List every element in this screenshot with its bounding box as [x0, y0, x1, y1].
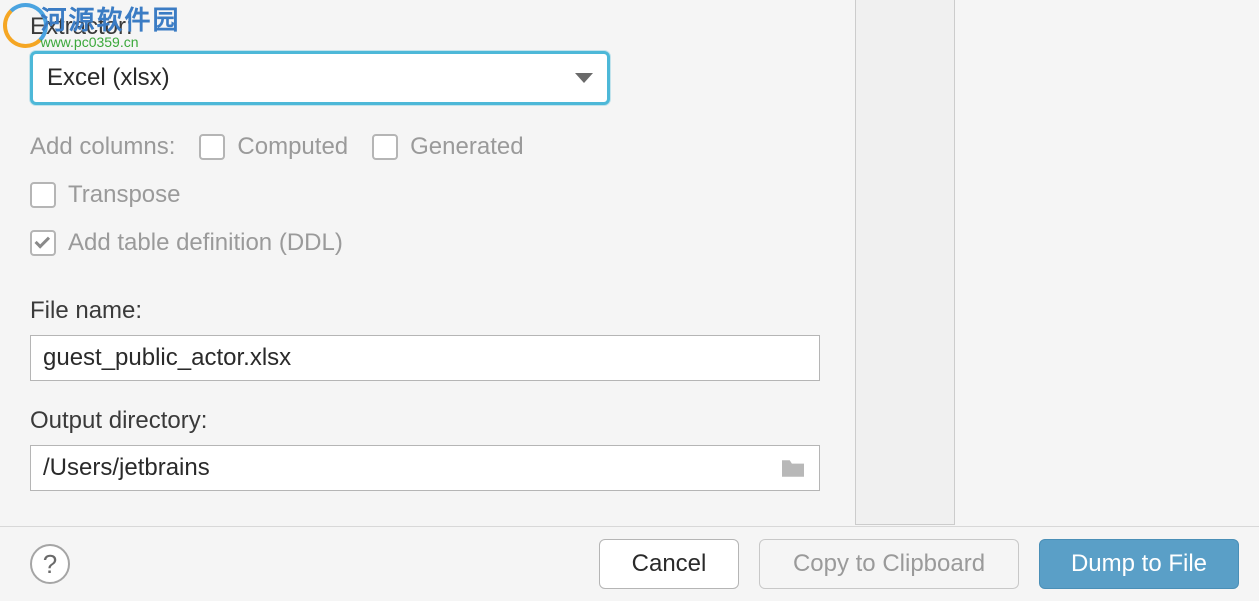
- output-directory-input[interactable]: /Users/jetbrains: [30, 445, 820, 491]
- chevron-down-icon: [575, 73, 593, 83]
- filename-label: File name:: [30, 297, 810, 325]
- output-directory-label: Output directory:: [30, 407, 810, 435]
- output-directory-value: /Users/jetbrains: [43, 454, 779, 482]
- side-panel: [840, 0, 1259, 601]
- dump-to-file-button[interactable]: Dump to File: [1039, 539, 1239, 589]
- help-icon: ?: [43, 549, 57, 580]
- extractor-select[interactable]: Excel (xlsx): [30, 51, 610, 105]
- folder-icon[interactable]: [779, 457, 807, 479]
- ddl-label: Add table definition (DDL): [68, 229, 343, 257]
- help-button[interactable]: ?: [30, 544, 70, 584]
- side-panel-inner: [855, 0, 955, 525]
- transpose-checkbox[interactable]: [30, 182, 56, 208]
- filename-input[interactable]: guest_public_actor.xlsx: [30, 335, 820, 381]
- cancel-button[interactable]: Cancel: [599, 539, 739, 589]
- bottom-toolbar: ? Cancel Copy to Clipboard Dump to File: [0, 526, 1259, 601]
- extractor-label: Extractor:: [30, 13, 810, 41]
- computed-label: Computed: [237, 133, 348, 161]
- filename-value: guest_public_actor.xlsx: [43, 344, 807, 372]
- add-columns-label: Add columns:: [30, 133, 175, 161]
- transpose-label: Transpose: [68, 181, 181, 209]
- generated-label: Generated: [410, 133, 523, 161]
- extractor-value: Excel (xlsx): [47, 64, 575, 92]
- copy-to-clipboard-button[interactable]: Copy to Clipboard: [759, 539, 1019, 589]
- ddl-checkbox[interactable]: [30, 230, 56, 256]
- generated-checkbox[interactable]: [372, 134, 398, 160]
- export-form: Extractor: Excel (xlsx) Add columns: Com…: [0, 0, 840, 601]
- computed-checkbox[interactable]: [199, 134, 225, 160]
